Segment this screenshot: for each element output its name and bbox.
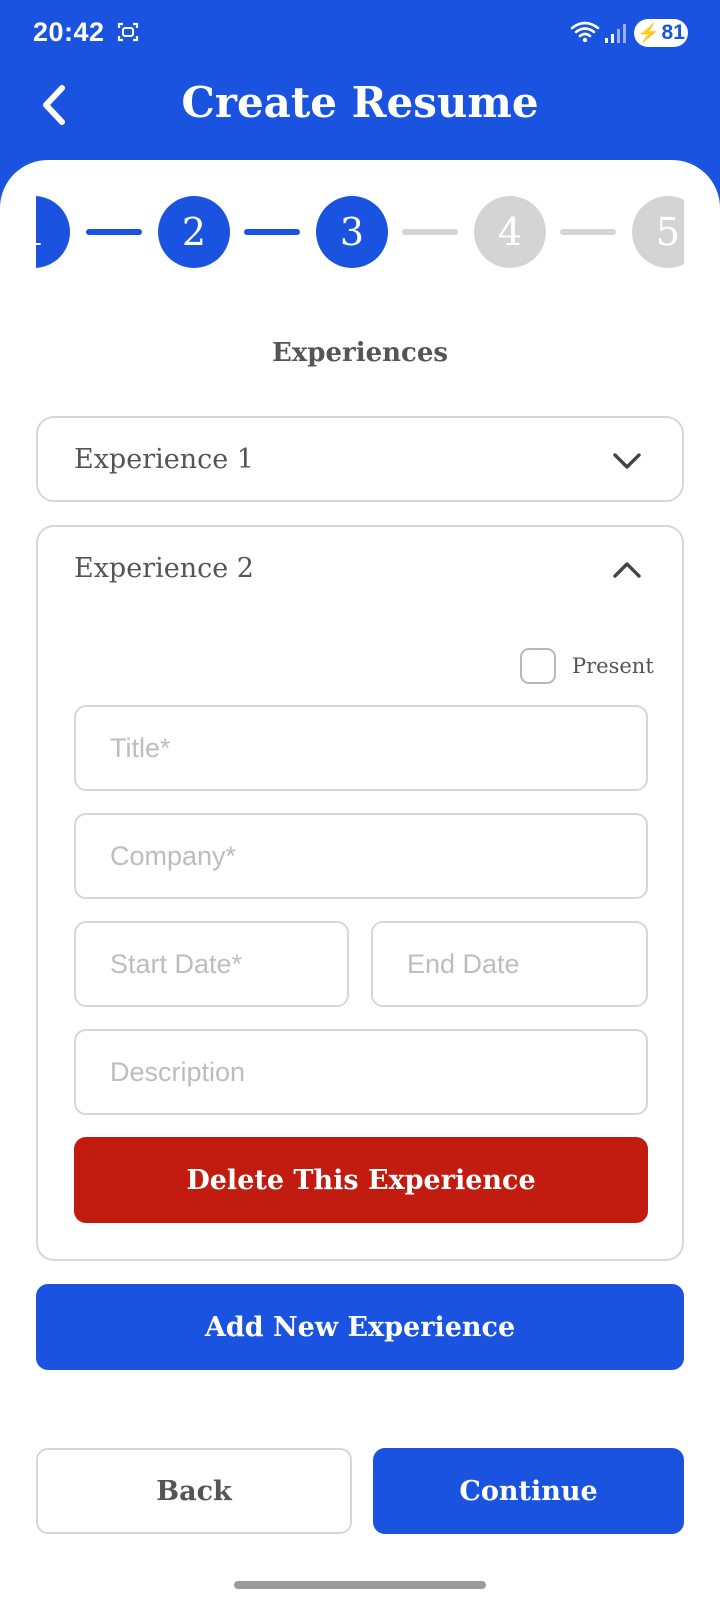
status-bar: 20:42 ⚡ 81 (0, 0, 720, 66)
progress-stepper: 1 2 3 4 5 (36, 196, 684, 268)
start-date-input[interactable]: Start Date* (74, 921, 349, 1007)
step-connector (86, 229, 142, 235)
charging-bolt-icon: ⚡ (637, 22, 660, 43)
screenshot-icon (117, 22, 139, 42)
step-connector (244, 229, 300, 235)
step-connector (560, 229, 616, 235)
step-4[interactable]: 4 (474, 196, 546, 268)
title-input[interactable]: Title* (74, 705, 648, 791)
step-5[interactable]: 5 (632, 196, 684, 268)
present-checkbox[interactable] (520, 648, 556, 684)
step-1-number: 1 (36, 210, 46, 254)
add-new-experience-button[interactable]: Add New Experience (36, 1284, 684, 1370)
step-2-number: 2 (181, 210, 207, 254)
battery-indicator: ⚡ 81 (634, 19, 688, 47)
signal-icon (605, 24, 626, 43)
step-3-number: 3 (339, 210, 365, 254)
description-input[interactable]: Description (74, 1029, 648, 1115)
continue-button[interactable]: Continue (373, 1448, 684, 1534)
step-connector (402, 229, 458, 235)
chevron-down-icon[interactable] (612, 451, 642, 471)
step-1[interactable]: 1 (36, 196, 70, 268)
step-2[interactable]: 2 (158, 196, 230, 268)
present-label: Present (572, 654, 654, 678)
experience-1-accordion[interactable]: Experience 1 (36, 416, 684, 502)
step-3[interactable]: 3 (316, 196, 388, 268)
back-button[interactable]: Back (36, 1448, 352, 1534)
company-input[interactable]: Company* (74, 813, 648, 899)
experience-2-title[interactable]: Experience 2 (74, 553, 254, 584)
delete-experience-button[interactable]: Delete This Experience (74, 1137, 648, 1223)
section-title: Experiences (271, 338, 449, 368)
battery-level: 81 (661, 21, 685, 44)
experience-1-title: Experience 1 (74, 444, 254, 475)
end-date-input[interactable]: End Date (371, 921, 648, 1007)
chevron-up-icon[interactable] (612, 560, 642, 580)
home-indicator[interactable] (234, 1581, 486, 1589)
status-time: 20:42 (33, 17, 105, 47)
page-title: Create Resume (181, 78, 539, 127)
step-4-number: 4 (497, 210, 523, 254)
wifi-icon (570, 21, 600, 43)
step-5-number: 5 (655, 210, 681, 254)
